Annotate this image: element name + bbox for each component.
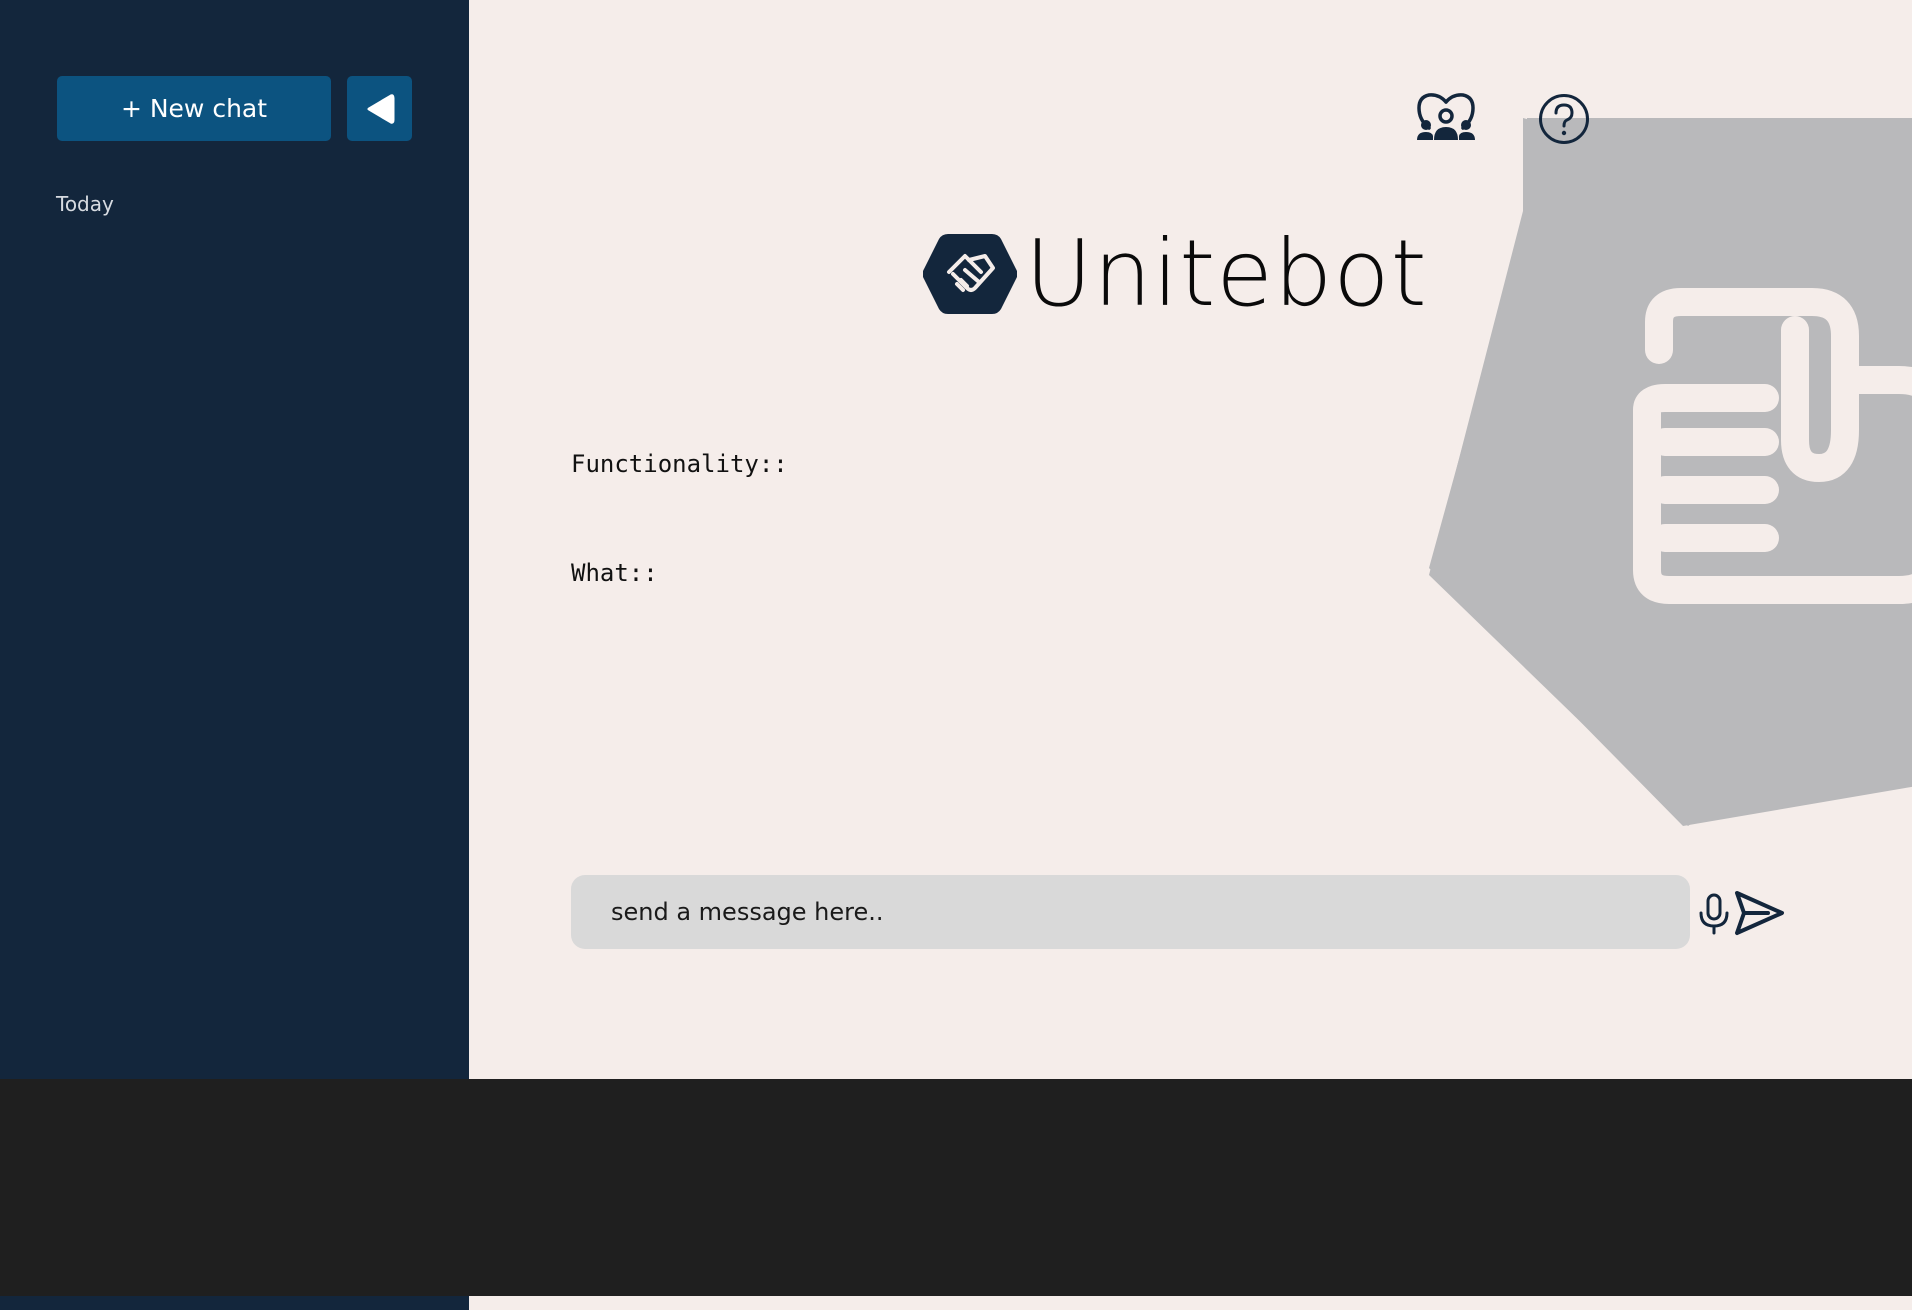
message-input[interactable] xyxy=(571,875,1571,949)
brand-logo: Unitebot xyxy=(923,228,1428,320)
what-heading: What:: xyxy=(571,559,658,587)
functionality-heading: Functionality:: xyxy=(571,450,788,478)
chat-main: Unitebot Functionality:: What:: xyxy=(469,0,1912,1079)
triangle-left-icon xyxy=(367,93,394,124)
bottom-bar xyxy=(0,1079,1912,1296)
app-window: + New chat Today Unitebot Functionality:… xyxy=(0,0,1912,1310)
send-arrow-icon[interactable] xyxy=(1734,889,1786,937)
new-chat-label: + New chat xyxy=(120,94,268,123)
history-section-today: Today xyxy=(56,192,114,216)
group-heart-icon[interactable] xyxy=(1415,92,1477,144)
new-chat-button[interactable]: + New chat xyxy=(57,76,331,141)
question-circle-icon[interactable] xyxy=(1538,93,1590,145)
message-composer xyxy=(571,875,1729,949)
handshake-hexagon-icon xyxy=(923,234,1017,314)
collapse-sidebar-button[interactable] xyxy=(347,76,412,141)
brand-name: Unitebot xyxy=(1025,220,1428,327)
microphone-icon[interactable] xyxy=(1697,893,1731,935)
